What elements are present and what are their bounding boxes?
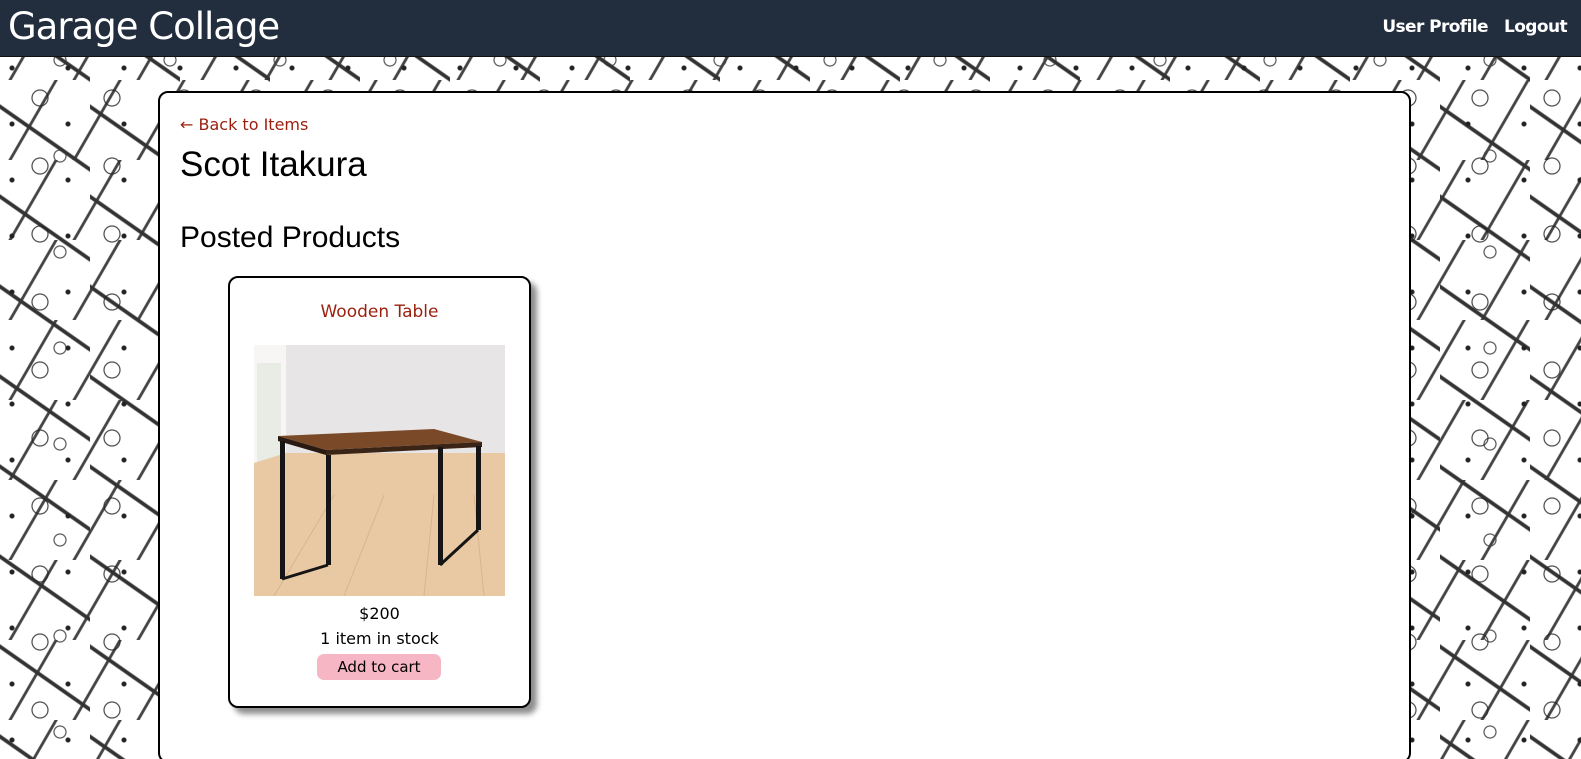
user-profile-link[interactable]: User Profile [1382, 17, 1488, 37]
site-logo[interactable]: Garage Collage [8, 4, 280, 50]
main-content-panel: ← Back to Items Scot Itakura Posted Prod… [158, 91, 1411, 759]
nav-links: User Profile Logout [1382, 17, 1567, 37]
stock-count: 1 item in stock [320, 629, 439, 648]
logout-link[interactable]: Logout [1504, 17, 1568, 37]
posted-products-heading: Posted Products [180, 221, 401, 254]
top-navbar: Garage Collage User Profile Logout [0, 0, 1581, 57]
product-title-link[interactable]: Wooden Table [230, 302, 529, 322]
product-image[interactable] [254, 345, 505, 596]
product-card: Wooden Table $200 1 item in stock Add to… [228, 276, 531, 708]
seller-name-heading: Scot Itakura [180, 145, 367, 184]
product-price: $200 [359, 604, 400, 623]
back-to-items-link[interactable]: ← Back to Items [180, 115, 308, 134]
wooden-table-photo [254, 345, 505, 596]
add-to-cart-button[interactable]: Add to cart [317, 654, 441, 680]
